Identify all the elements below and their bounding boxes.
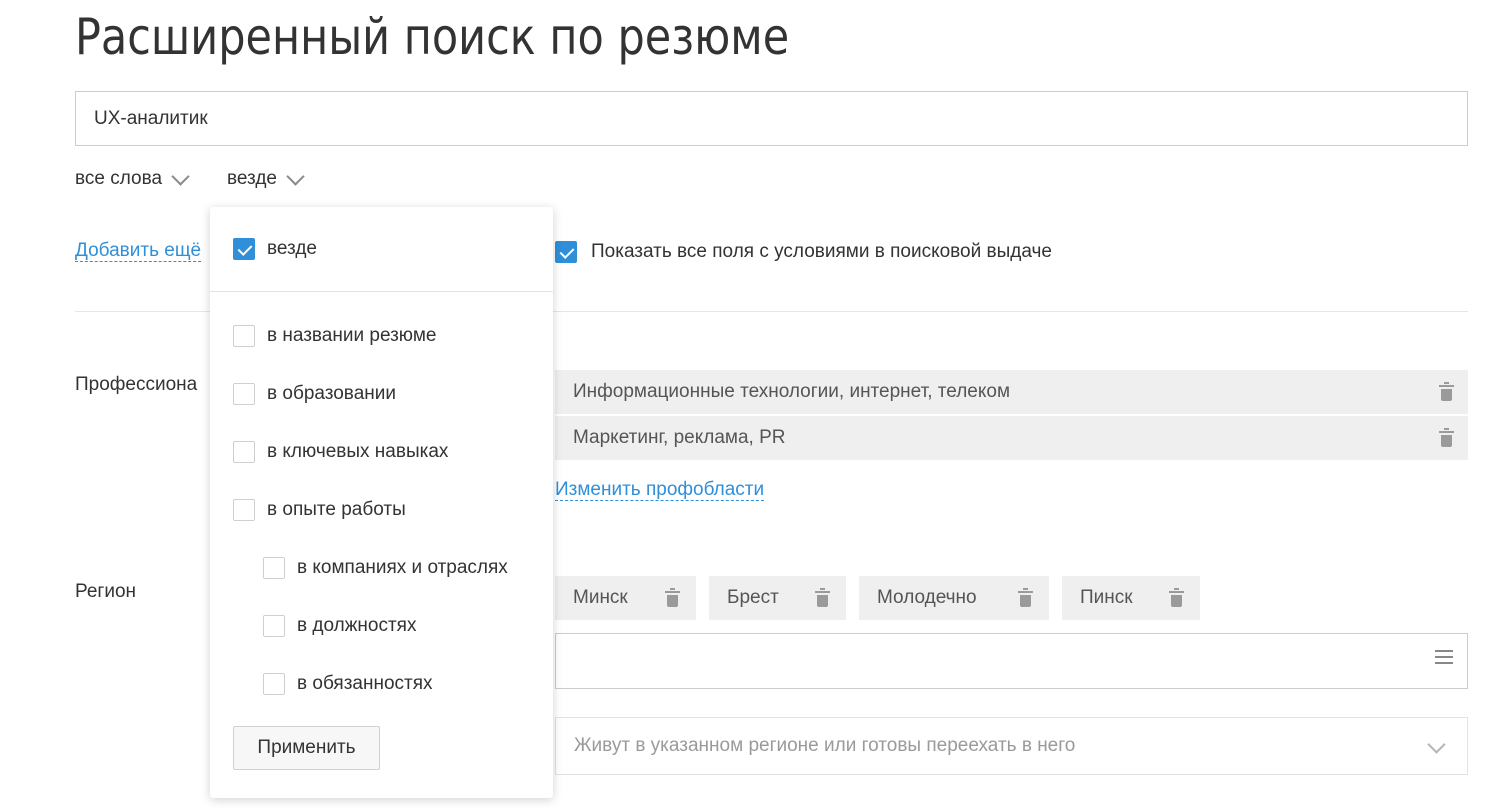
relocation-value: Живут в указанном регионе или готовы пер… bbox=[574, 735, 1076, 756]
trash-icon[interactable] bbox=[1169, 588, 1184, 607]
checkbox-checked-icon[interactable] bbox=[233, 238, 255, 260]
search-scope-menu: везде в названии резюме в образовании в … bbox=[210, 207, 553, 798]
checkbox-icon[interactable] bbox=[233, 383, 255, 405]
scope-option-companies[interactable]: в компаниях и отраслях bbox=[263, 557, 508, 579]
region-chip: Молодечно bbox=[859, 576, 1049, 620]
region-input[interactable] bbox=[555, 633, 1468, 689]
scope-option-key-skills[interactable]: в ключевых навыках bbox=[233, 441, 448, 463]
scope-option-education[interactable]: в образовании bbox=[233, 383, 396, 405]
scope-option-positions[interactable]: в должностях bbox=[263, 615, 416, 637]
scope-option-label: в названии резюме bbox=[267, 325, 437, 346]
scope-option-label: в образовании bbox=[267, 383, 396, 404]
relocation-select[interactable]: Живут в указанном регионе или готовы пер… bbox=[555, 717, 1468, 775]
profarea-name: Маркетинг, реклама, PR bbox=[573, 427, 786, 448]
region-chip-label: Минск bbox=[573, 587, 628, 608]
region-chip-label: Пинск bbox=[1080, 587, 1133, 608]
scope-option-label: в ключевых навыках bbox=[267, 441, 449, 462]
show-all-fields-checkbox[interactable]: Показать все поля с условиями в поисково… bbox=[555, 241, 1052, 263]
checkbox-checked-icon[interactable] bbox=[555, 241, 577, 263]
scope-option-label: в опыте работы bbox=[267, 499, 406, 520]
region-chip: Пинск bbox=[1062, 576, 1200, 620]
scope-option-label: везде bbox=[267, 238, 317, 259]
chevron-down-icon bbox=[286, 166, 305, 186]
region-chip-label: Брест bbox=[727, 587, 779, 608]
checkbox-icon[interactable] bbox=[233, 441, 255, 463]
search-scope-label: везде bbox=[227, 168, 277, 189]
scope-option-label: в обязанностях bbox=[297, 673, 433, 694]
region-label: Регион bbox=[75, 581, 137, 602]
checkbox-icon[interactable] bbox=[263, 557, 285, 579]
scope-option-label: в должностях bbox=[297, 615, 417, 636]
chevron-down-icon bbox=[1427, 735, 1446, 754]
region-chip: Минск bbox=[555, 576, 696, 620]
scope-option-everywhere[interactable]: везде bbox=[233, 238, 317, 260]
show-all-fields-label: Показать все поля с условиями в поисково… bbox=[591, 241, 1052, 262]
scope-option-label: в компаниях и отраслях bbox=[297, 557, 508, 578]
trash-icon[interactable] bbox=[665, 588, 680, 607]
trash-icon[interactable] bbox=[815, 588, 830, 607]
profarea-name: Информационные технологии, интернет, тел… bbox=[573, 381, 1010, 402]
words-mode-label: все слова bbox=[75, 168, 163, 189]
scope-option-resume-title[interactable]: в названии резюме bbox=[233, 325, 436, 347]
region-chip: Брест bbox=[709, 576, 846, 620]
checkbox-icon[interactable] bbox=[263, 615, 285, 637]
trash-icon[interactable] bbox=[1439, 428, 1454, 447]
profarea-row: Маркетинг, реклама, PR bbox=[555, 416, 1468, 460]
add-more-link[interactable]: Добавить ещё bbox=[75, 240, 202, 262]
search-scope-dropdown[interactable]: везде bbox=[227, 166, 305, 192]
scope-option-experience[interactable]: в опыте работы bbox=[233, 499, 406, 521]
region-chip-label: Молодечно bbox=[877, 587, 977, 608]
profarea-row: Информационные технологии, интернет, тел… bbox=[555, 370, 1468, 414]
list-icon[interactable] bbox=[1435, 650, 1453, 664]
checkbox-icon[interactable] bbox=[233, 325, 255, 347]
trash-icon[interactable] bbox=[1439, 382, 1454, 401]
apply-button[interactable]: Применить bbox=[233, 726, 380, 770]
trash-icon[interactable] bbox=[1018, 588, 1033, 607]
professional-area-label: Профессиона bbox=[75, 374, 198, 395]
checkbox-icon[interactable] bbox=[233, 499, 255, 521]
checkbox-icon[interactable] bbox=[263, 673, 285, 695]
search-input[interactable] bbox=[75, 91, 1468, 146]
divider bbox=[210, 291, 553, 292]
words-mode-dropdown[interactable]: все слова bbox=[75, 166, 190, 192]
page-title: Расширенный поиск по резюме bbox=[75, 8, 790, 66]
scope-option-duties[interactable]: в обязанностях bbox=[263, 673, 433, 695]
change-profarea-link[interactable]: Изменить профобласти bbox=[555, 479, 765, 501]
chevron-down-icon bbox=[171, 166, 190, 186]
